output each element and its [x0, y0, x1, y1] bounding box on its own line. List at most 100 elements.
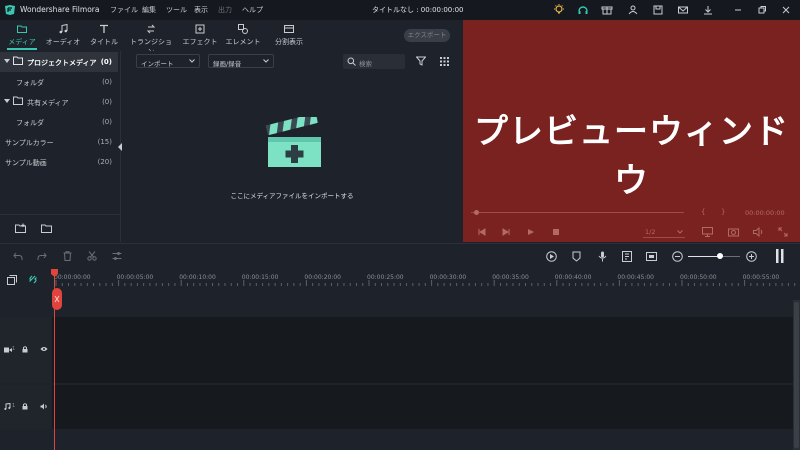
- previous-frame-icon[interactable]: [478, 228, 486, 236]
- video-track-header: 1: [0, 317, 52, 383]
- expand-arrow-icon[interactable]: [4, 98, 10, 104]
- sidebar-item-folder[interactable]: フォルダ (0): [0, 112, 118, 132]
- tab-effect[interactable]: エフェクト: [182, 20, 218, 51]
- zoom-out-icon[interactable]: [672, 251, 683, 262]
- lock-icon[interactable]: [22, 403, 28, 410]
- transition-icon: [145, 23, 157, 35]
- close-icon[interactable]: [779, 3, 793, 17]
- filter-icon[interactable]: [416, 56, 426, 66]
- play-frame-icon[interactable]: [502, 228, 510, 236]
- play-icon[interactable]: [527, 228, 535, 236]
- timeline-ruler[interactable]: 00:00:00:00 00:00:05:00 00:00:10:00 00:00:1…: [52, 269, 800, 286]
- save-icon[interactable]: [651, 3, 665, 17]
- sidebar-item-count: (0): [100, 58, 112, 66]
- video-track[interactable]: [52, 317, 793, 383]
- menu-edit[interactable]: 編集: [142, 5, 156, 15]
- undo-icon[interactable]: [13, 252, 23, 261]
- export-button[interactable]: エクスポート: [404, 29, 450, 42]
- playhead-handle[interactable]: [51, 269, 58, 277]
- adjust-icon[interactable]: [112, 251, 122, 261]
- pause-bars-icon[interactable]: [776, 249, 784, 263]
- redo-icon[interactable]: [37, 252, 47, 261]
- sidebar-item-shared-media[interactable]: 共有メディア (0): [0, 92, 118, 112]
- sidebar-item-sample-video[interactable]: サンプル動画 (20): [0, 152, 118, 172]
- mail-icon[interactable]: [676, 3, 690, 17]
- preview-progress-bar[interactable]: { }: [471, 208, 736, 216]
- tab-media[interactable]: メディア: [4, 20, 40, 51]
- sidebar-item-label: フォルダ: [16, 79, 44, 87]
- volume-icon[interactable]: [753, 227, 764, 237]
- playhead-scissors-icon[interactable]: [50, 288, 62, 310]
- ruler-tick-label: 00:00:35:00: [492, 274, 529, 281]
- chevron-down-icon: [263, 59, 269, 63]
- zoom-slider-fill: [688, 256, 720, 257]
- mark-in-icon[interactable]: {: [701, 208, 705, 216]
- sidebar-item-project-media[interactable]: プロジェクトメディア (0): [0, 52, 118, 72]
- eye-icon[interactable]: [40, 346, 48, 352]
- minimize-icon[interactable]: [731, 3, 745, 17]
- menu-export[interactable]: 出力: [218, 5, 232, 15]
- user-icon[interactable]: [626, 3, 640, 17]
- headset-icon[interactable]: [576, 3, 590, 17]
- scissors-icon[interactable]: [87, 251, 97, 261]
- stop-icon[interactable]: [552, 228, 560, 236]
- record-dropdown[interactable]: 録画/録音: [208, 54, 274, 68]
- restore-icon[interactable]: [755, 3, 769, 17]
- tab-transition[interactable]: トランジション: [128, 20, 174, 56]
- media-sidebar: プロジェクトメディア (0) フォルダ (0) 共有メディア (0) フォルダ …: [0, 51, 121, 242]
- expand-arrow-icon[interactable]: [4, 58, 10, 64]
- sidebar-item-folder[interactable]: フォルダ (0): [0, 72, 118, 92]
- tab-audio[interactable]: オーディオ: [44, 20, 82, 51]
- sidebar-item-sample-color[interactable]: サンプルカラー (15): [0, 132, 118, 152]
- tab-title[interactable]: タイトル: [88, 20, 120, 51]
- voiceover-icon[interactable]: [622, 251, 632, 262]
- audio-track[interactable]: [52, 385, 793, 429]
- trash-icon[interactable]: [63, 251, 72, 261]
- clapperboard-import-icon[interactable]: [265, 117, 325, 169]
- audio-track-icon: [4, 403, 11, 410]
- media-library: インポート 録画/録音 検索 ここにメディアファイルをインポートする: [122, 51, 462, 242]
- fullscreen-icon[interactable]: [778, 227, 788, 237]
- ruler-tick-label: 00:00:15:00: [241, 274, 279, 281]
- timeline-scrollbar[interactable]: [793, 300, 800, 450]
- lightbulb-icon[interactable]: [552, 3, 566, 17]
- tab-split-screen[interactable]: 分割表示: [270, 20, 308, 51]
- folder-icon: [16, 23, 28, 35]
- marker-icon[interactable]: [572, 251, 581, 262]
- download-icon[interactable]: [701, 3, 715, 17]
- tab-element-label: エレメント: [225, 38, 261, 46]
- snapshot-frame-icon[interactable]: [646, 251, 657, 262]
- video-track-icon: [4, 347, 12, 353]
- sidebar-item-label: サンプル動画: [5, 159, 47, 167]
- monitor-icon[interactable]: [702, 227, 713, 237]
- zoom-in-icon[interactable]: [746, 251, 757, 262]
- camera-snapshot-icon[interactable]: [728, 227, 739, 237]
- add-folder-icon[interactable]: [15, 223, 27, 234]
- menu-file[interactable]: ファイル: [110, 5, 138, 15]
- lock-icon[interactable]: [22, 346, 28, 353]
- scrollbar-thumb[interactable]: [794, 302, 799, 448]
- timeline-toolbar: [0, 243, 800, 269]
- sidebar-item-label: サンプルカラー: [5, 139, 54, 147]
- speaker-icon[interactable]: [40, 403, 48, 410]
- gift-icon[interactable]: [600, 3, 614, 17]
- grid-view-icon[interactable]: [440, 57, 449, 66]
- import-dropdown[interactable]: インポート: [136, 54, 200, 68]
- zoom-slider[interactable]: [688, 253, 740, 259]
- tab-element[interactable]: エレメント: [224, 20, 262, 51]
- progress-handle[interactable]: [474, 210, 479, 215]
- mark-out-icon[interactable]: }: [721, 208, 725, 216]
- microphone-icon[interactable]: [598, 251, 607, 262]
- menu-help[interactable]: ヘルプ: [242, 5, 263, 15]
- menu-tools[interactable]: ツール: [166, 5, 187, 15]
- render-icon[interactable]: [546, 251, 557, 262]
- sidebar-item-count: (20): [97, 158, 112, 166]
- menu-view[interactable]: 表示: [194, 5, 208, 15]
- link-icon[interactable]: [28, 274, 38, 285]
- zoom-slider-handle[interactable]: [717, 253, 723, 259]
- folder-outline-icon[interactable]: [41, 223, 53, 234]
- quality-dropdown[interactable]: 1/2: [643, 225, 685, 238]
- search-input[interactable]: 検索: [343, 54, 405, 69]
- ruler-tick-label: 00:00:20:00: [304, 274, 341, 281]
- add-track-icon[interactable]: [7, 275, 17, 285]
